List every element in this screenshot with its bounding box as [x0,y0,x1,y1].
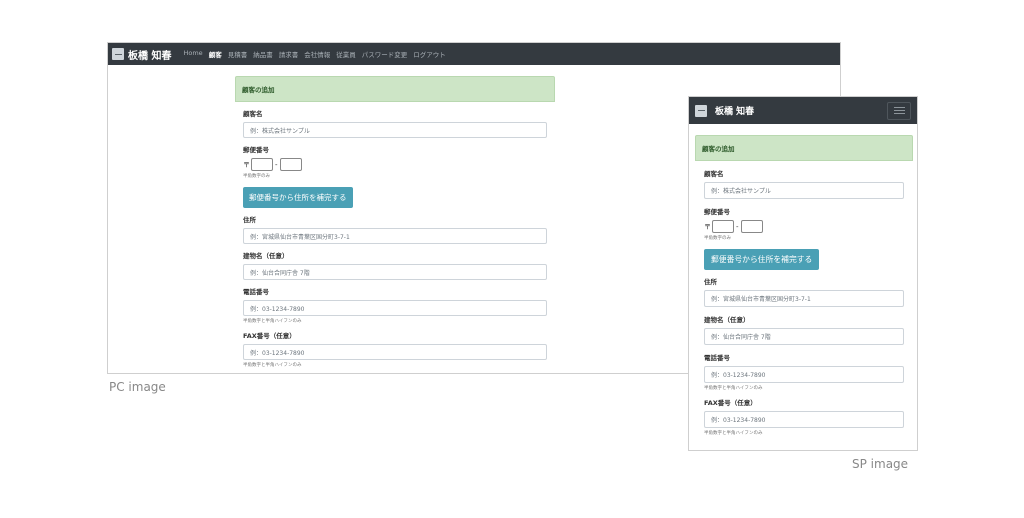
sp-navbar: 板橋 知春 [689,97,917,124]
sp-form-title: 顧客の追加 [695,135,913,161]
sp-postal-second-input[interactable] [740,220,763,233]
sp-form-body: 顧客名 例：株式会社サンプル 郵便番号 〒 - 半角数字のみ 郵便番号から住所を… [695,161,913,449]
sp-phone-help: 半角数字と半角ハイフンのみ [704,386,763,391]
brand[interactable]: 板橋 知春 [112,47,171,62]
nav-item-deliveries[interactable]: 納品書 [253,49,273,59]
sp-postal-label: 郵便番号 [704,208,730,216]
sp-customer-form: 顧客の追加 顧客名 例：株式会社サンプル 郵便番号 〒 - 半角数字のみ 郵便番… [695,135,913,449]
nav-item-employees[interactable]: 従業員 [336,49,356,59]
sp-address-input[interactable]: 例：宮城県仙台市青葉区国分町3-7-1 [704,290,904,307]
nav-item-password[interactable]: パスワード変更 [362,49,408,59]
sp-brand-name: 板橋 知春 [715,107,755,117]
sp-fax-input[interactable]: 例：03-1234-7890 [704,411,904,428]
sp-address-label: 住所 [704,278,717,286]
pc-caption: PC image [109,380,166,394]
sp-postal-mark: 〒 [704,222,711,231]
customer-form: 顧客の追加 顧客名 例：株式会社サンプル 郵便番号 〒 - 半角数字のみ 郵便番… [235,76,555,373]
building-input[interactable]: 例：仙台合同庁舎 7階 [243,264,547,280]
sp-fax-help: 半角数字と半角ハイフンのみ [704,431,763,436]
form-body: 顧客名 例：株式会社サンプル 郵便番号 〒 - 半角数字のみ 郵便番号から住所を… [235,102,555,373]
postal-label: 郵便番号 [243,146,269,154]
sp-screenshot: 板橋 知春 顧客の追加 顧客名 例：株式会社サンプル 郵便番号 〒 - 半角数字… [688,96,918,451]
address-label: 住所 [243,216,256,224]
sp-phone-input[interactable]: 例：03-1234-7890 [704,366,904,383]
customer-name-label: 顧客名 [243,110,263,118]
building-label: 建物名（任意） [243,252,289,260]
postal-row: 〒 - [243,158,547,171]
nav-item-home[interactable]: Home [183,49,202,59]
hamburger-menu-icon[interactable] [887,101,911,120]
address-input[interactable]: 例：宮城県仙台市青葉区国分町3-7-1 [243,228,547,244]
postal-help: 半角数字のみ [243,174,270,179]
sp-phone-label: 電話番号 [704,354,730,362]
sp-fax-label: FAX番号（任意） [704,399,757,407]
navbar: 板橋 知春 Home 顧客 見積書 納品書 請求書 会社情報 従業員 パスワード… [108,43,840,65]
fax-input[interactable]: 例：03-1234-7890 [243,344,547,360]
form-title: 顧客の追加 [235,76,555,102]
fax-help: 半角数字と半角ハイフンのみ [243,363,302,368]
phone-input[interactable]: 例：03-1234-7890 [243,300,547,316]
sp-building-input[interactable]: 例：仙台合同庁舎 7階 [704,328,904,345]
sp-fill-address-button[interactable]: 郵便番号から住所を補完する [704,249,820,270]
fax-label: FAX番号（任意） [243,332,296,340]
sp-customer-name-input[interactable]: 例：株式会社サンプル [704,182,904,199]
nav-item-company[interactable]: 会社情報 [304,49,330,59]
nav-item-customers[interactable]: 顧客 [209,49,222,59]
postal-mark: 〒 [243,160,250,169]
postal-first-input[interactable] [251,158,273,171]
sp-caption: SP image [852,457,909,471]
phone-label: 電話番号 [243,288,269,296]
fill-address-button[interactable]: 郵便番号から住所を補完する [243,187,353,208]
brand-logo-icon [112,48,124,60]
postal-dash: - [275,160,278,169]
nav-links: Home 顧客 見積書 納品書 請求書 会社情報 従業員 パスワード変更 ログア… [183,49,451,59]
postal-second-input[interactable] [279,158,302,171]
sp-postal-first-input[interactable] [712,220,734,233]
sp-customer-name-label: 顧客名 [704,170,724,178]
nav-item-logout[interactable]: ログアウト [413,49,446,59]
sp-postal-help: 半角数字のみ [704,236,731,241]
nav-item-invoices[interactable]: 請求書 [279,49,299,59]
sp-postal-row: 〒 - [704,220,904,233]
sp-postal-dash: - [736,222,739,231]
brand-name: 板橋 知春 [128,50,172,62]
nav-item-estimates[interactable]: 見積書 [228,49,248,59]
sp-building-label: 建物名（任意） [704,316,750,324]
customer-name-input[interactable]: 例：株式会社サンプル [243,122,547,138]
sp-brand[interactable]: 板橋 知春 [695,104,754,117]
phone-help: 半角数字と半角ハイフンのみ [243,319,302,324]
sp-brand-logo-icon [695,104,707,117]
